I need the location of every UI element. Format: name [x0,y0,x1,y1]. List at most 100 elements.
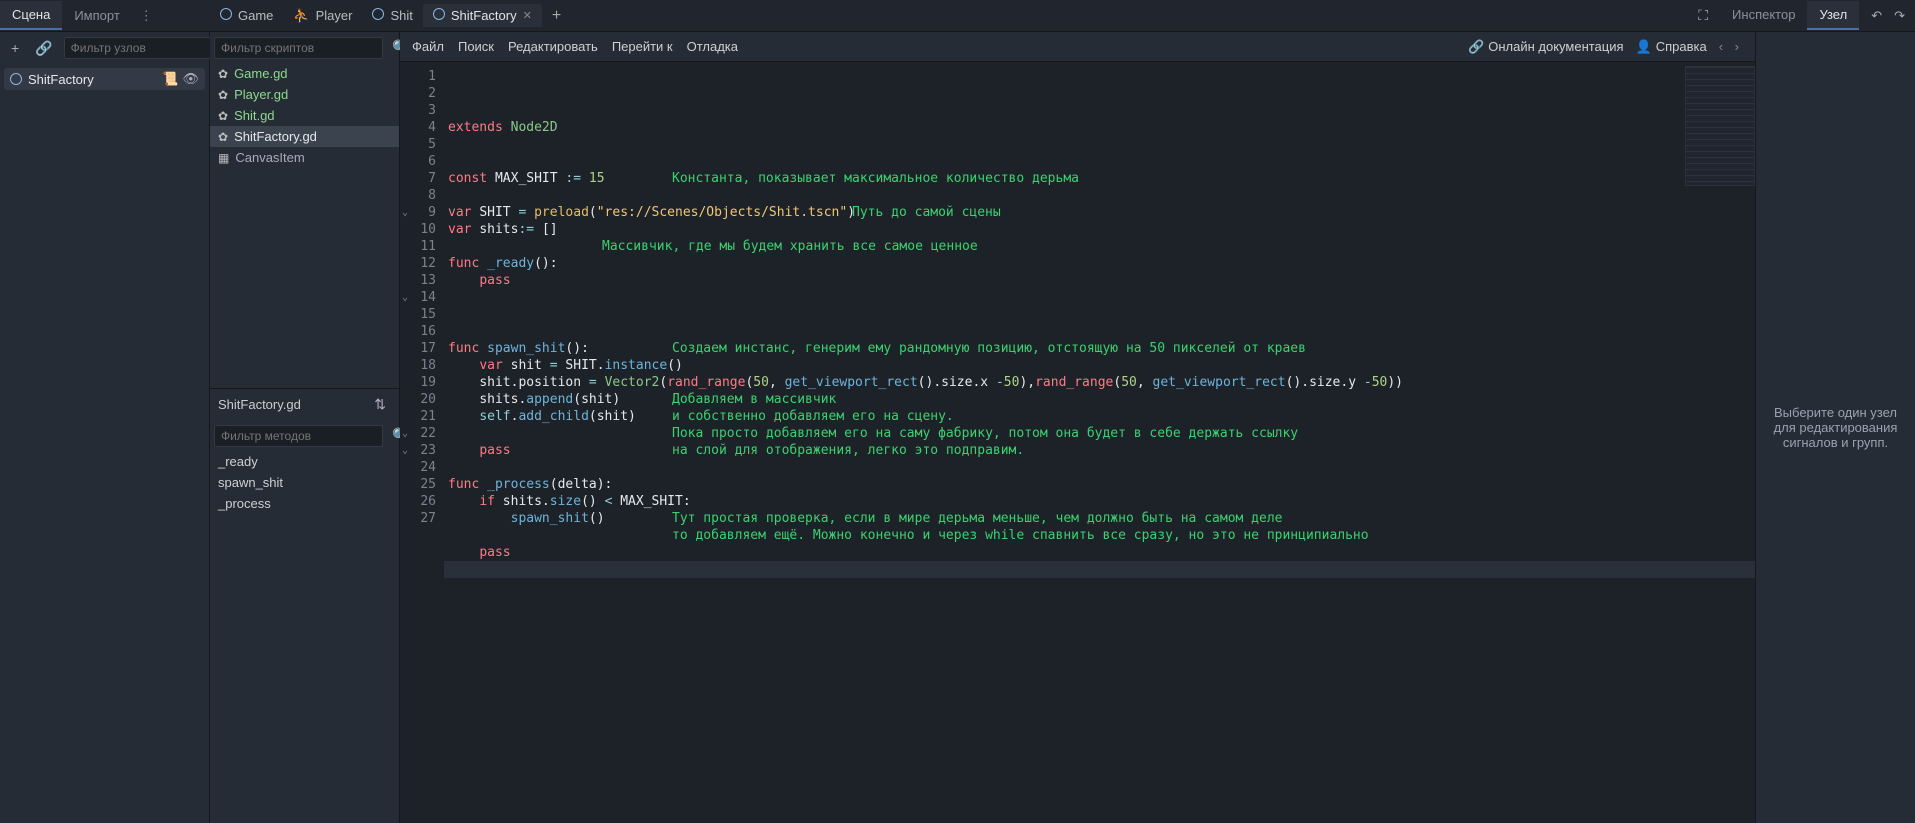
nav-arrows[interactable]: ‹ › [1719,39,1743,54]
methods-filter-row: 🔍 [210,420,399,451]
tree-root-node[interactable]: ShitFactory 📜 👁 [4,68,205,90]
code-line[interactable]: var shits:= [] [444,221,1755,238]
fullscreen-icon[interactable]: ⛶ [1698,7,1708,24]
code-line[interactable]: pass [444,544,1755,561]
annotation: и собственно добавляем его на сцену. [672,408,954,425]
scene-tab-label: Shit [390,8,412,23]
code-line[interactable]: self.add_child(shit)и собственно добавля… [444,408,1755,425]
add-node-icon[interactable]: + [6,37,24,59]
scripts-panel: 🔍 ✿Game.gd✿Player.gd✿Shit.gd✿ShitFactory… [210,32,400,823]
scene-tab[interactable]: Game [210,4,283,27]
code-line[interactable]: extends Node2D [444,119,1755,136]
scripts-filter-input[interactable] [214,37,383,59]
script-gear-icon: ✿ [218,109,228,123]
method-item[interactable]: spawn_shit [210,472,399,493]
tab-inspector[interactable]: Инспектор [1720,1,1807,30]
tab-node[interactable]: Узел [1807,1,1859,30]
code-area[interactable]: extends Node2D const MAX_SHIT := 15Конста… [444,62,1755,823]
online-docs-label: Онлайн документация [1488,39,1623,54]
scene-tab[interactable]: ⛹ Player [283,4,362,28]
methods-list: _readyspawn_shit_process [210,451,399,514]
code-line[interactable] [444,289,1755,306]
code-line[interactable] [444,323,1755,340]
code-line[interactable] [444,187,1755,204]
annotation: на слой для отображения, легко это подпр… [672,442,1024,459]
code-line[interactable]: func spawn_shit():Создаем инстанс, генер… [444,340,1755,357]
player-icon: ⛹ [293,8,309,24]
node2d-icon [10,73,22,85]
methods-header-label: ShitFactory.gd [218,397,301,412]
code-line[interactable] [444,561,1755,578]
method-item[interactable]: _process [210,493,399,514]
annotation: Тут простая проверка, если в мире дерьма… [672,510,1282,527]
top-left-tabs: Сцена Импорт ⋮ [0,1,210,30]
code-line[interactable]: shits.append(shit)Добавляем в массивчик [444,391,1755,408]
code-line[interactable]: pass [444,272,1755,289]
code-line[interactable]: Массивчик, где мы будем хранить все само… [444,238,1755,255]
node-filter-input[interactable] [64,37,233,59]
script-icon[interactable]: 📜 [162,71,178,87]
dots-icon[interactable]: ⋮ [132,8,161,24]
menu-item[interactable]: Перейти к [612,39,673,54]
method-item[interactable]: _ready [210,451,399,472]
main-layout: + 🔗 🔍 ⎇ ShitFactory 📜 👁 🔍 ✿Game.gd✿Playe… [0,32,1915,823]
menu-item[interactable]: Файл [412,39,444,54]
script-list-item[interactable]: ▦CanvasItem [210,147,399,168]
menu-right: 🔗 Онлайн документация 👤 Справка ‹ › [1468,39,1743,55]
back-icon[interactable]: ↶ [1871,8,1882,24]
code-line[interactable]: var shit = SHIT.instance() [444,357,1755,374]
code-line[interactable]: if shits.size() < MAX_SHIT: [444,493,1755,510]
code-line[interactable] [444,459,1755,476]
scripts-filter-row: 🔍 [210,32,399,63]
code-line[interactable]: spawn_shit()Тут простая проверка, если в… [444,510,1755,527]
annotation: Создаем инстанс, генерим ему рандомную п… [672,340,1306,357]
script-list-item[interactable]: ✿ShitFactory.gd [210,126,399,147]
annotation: Константа, показывает максимальное колич… [672,170,1079,187]
node2d-icon [433,8,445,23]
code-line[interactable] [444,153,1755,170]
line-gutter: 1234567891011121314151617181920212223242… [400,62,444,823]
code-line[interactable]: func _process(delta): [444,476,1755,493]
code-line[interactable] [444,306,1755,323]
scene-tab-label: Player [316,8,353,23]
scene-tab[interactable]: ShitFactory✕ [423,4,542,27]
tree-root-label: ShitFactory [28,72,94,87]
scene-tab[interactable]: Shit [362,4,422,27]
code-editor[interactable]: 1234567891011121314151617181920212223242… [400,62,1755,823]
script-list-item[interactable]: ✿Player.gd [210,84,399,105]
top-right: ⛶ Инспектор Узел ↶ ↷ [1688,1,1915,30]
node2d-icon [372,8,384,23]
visibility-icon[interactable]: 👁 [182,71,199,87]
sort-icon[interactable]: ⇅ [369,393,391,416]
help-link[interactable]: 👤 Справка [1636,39,1707,55]
menu-item[interactable]: Отладка [687,39,738,54]
node-panel-message: Выберите один узел для редактирования си… [1766,405,1905,450]
methods-panel: ShitFactory.gd ⇅ 🔍 _readyspawn_shit_proc… [210,388,399,514]
annotation: Массивчик, где мы будем хранить все само… [602,238,978,255]
code-line[interactable]: Пока просто добавляем его на саму фабрик… [444,425,1755,442]
forward-icon[interactable]: ↷ [1894,8,1905,24]
code-line[interactable]: const MAX_SHIT := 15Константа, показывае… [444,170,1755,187]
annotation: то добавляем ещё. Можно конечно и через … [672,527,1369,544]
close-icon[interactable]: ✕ [523,9,532,22]
menu-item[interactable]: Редактировать [508,39,598,54]
script-list-item[interactable]: ✿Shit.gd [210,105,399,126]
scene-toolbar: + 🔗 🔍 ⎇ [0,32,209,64]
minimap[interactable] [1685,66,1755,186]
code-line[interactable]: passна слой для отображения, легко это п… [444,442,1755,459]
code-line[interactable]: var SHIT = preload("res://Scenes/Objects… [444,204,1755,221]
code-line[interactable] [444,136,1755,153]
methods-filter-input[interactable] [214,425,383,447]
code-line[interactable]: func _ready(): [444,255,1755,272]
code-line[interactable]: то добавляем ещё. Можно конечно и через … [444,527,1755,544]
code-line[interactable]: shit.position = Vector2(rand_range(50, g… [444,374,1755,391]
annotation: Добавляем в массивчик [672,391,836,408]
tab-import[interactable]: Импорт [62,2,131,29]
help-label: Справка [1656,39,1707,54]
online-docs-link[interactable]: 🔗 Онлайн документация [1468,39,1623,55]
script-list-item[interactable]: ✿Game.gd [210,63,399,84]
menu-item[interactable]: Поиск [458,39,494,54]
add-tab-button[interactable]: + [542,7,571,25]
tab-scene[interactable]: Сцена [0,1,62,30]
link-icon[interactable]: 🔗 [30,37,57,60]
